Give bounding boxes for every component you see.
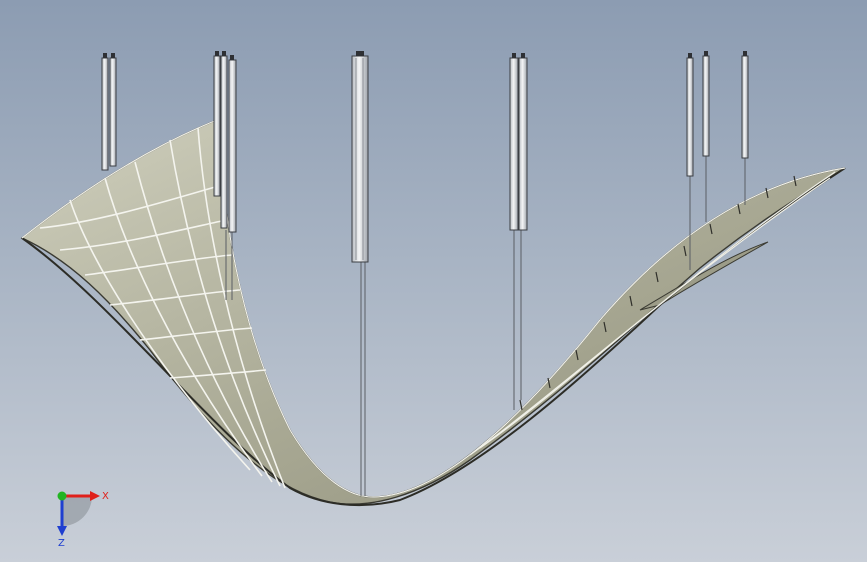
orientation-triad: X Z: [57, 491, 109, 548]
hanger-rod-8[interactable]: [518, 57, 528, 231]
hanger-rod-9[interactable]: [686, 57, 694, 177]
hanger-rod-4[interactable]: [220, 55, 228, 229]
triad-z-label: Z: [58, 538, 65, 548]
hanger-rod-3[interactable]: [213, 55, 221, 197]
hanger-rod-1[interactable]: [101, 57, 109, 171]
triad-y-axis: [57, 491, 67, 501]
membrane-surface[interactable]: [20, 116, 846, 505]
membrane-canopy-model[interactable]: [0, 0, 867, 562]
hanger-rod-2[interactable]: [109, 57, 117, 167]
rod-caps: [103, 51, 747, 60]
triad-shadow: [62, 496, 92, 526]
hanger-rod-7[interactable]: [509, 57, 519, 231]
hanger-rod-5[interactable]: [228, 59, 237, 233]
hanger-rod-6[interactable]: [351, 55, 369, 263]
triad-x-label: X: [102, 491, 109, 502]
hanger-rod-10[interactable]: [702, 55, 710, 157]
graphics-viewport[interactable]: X Z: [0, 0, 867, 562]
hanger-rod-11[interactable]: [741, 55, 749, 159]
